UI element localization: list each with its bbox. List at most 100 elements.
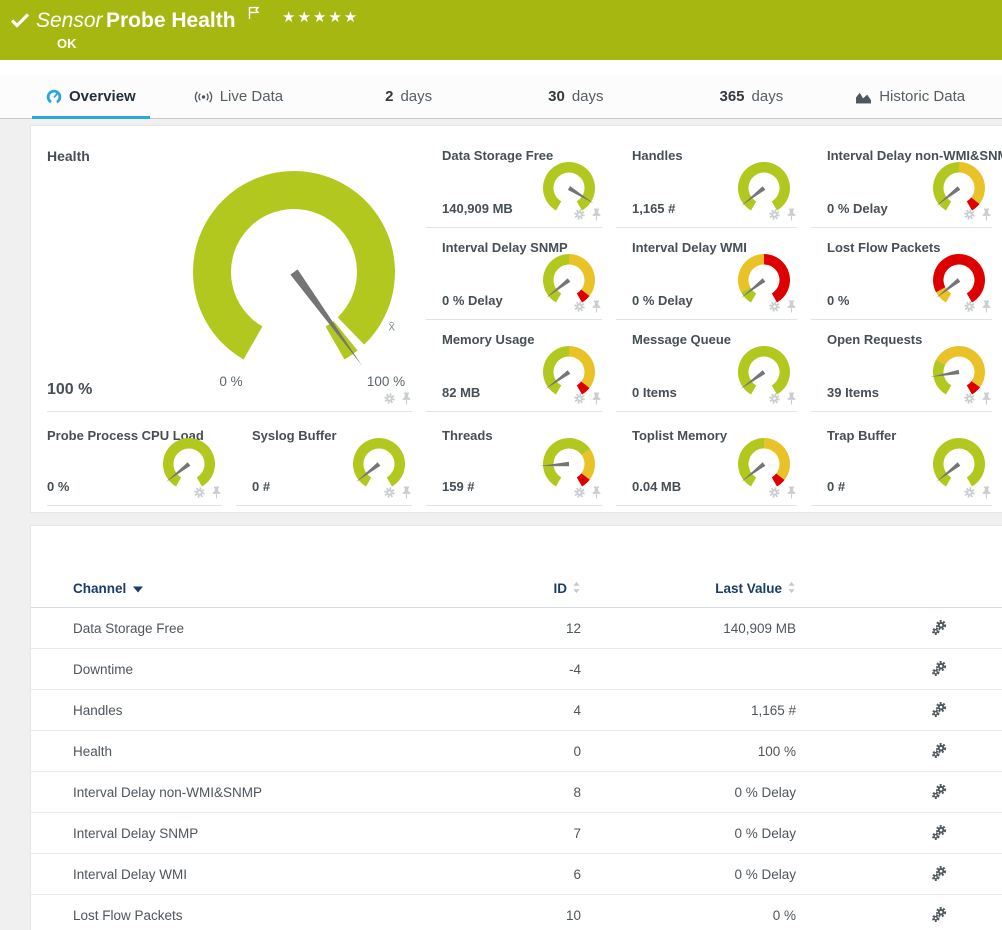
gauge-title: Message Queue: [632, 332, 731, 347]
channel-last-value: 0 %: [581, 908, 796, 923]
channel-name[interactable]: Downtime: [73, 662, 133, 677]
pin-icon[interactable]: [981, 300, 992, 313]
col-header-label: ID: [554, 581, 568, 596]
sort-icon: [787, 581, 796, 597]
channel-settings-gears-icon[interactable]: [930, 865, 948, 883]
pin-icon[interactable]: [591, 208, 602, 221]
gear-icon[interactable]: [573, 300, 586, 313]
sort-icon: [572, 581, 581, 597]
gear-icon[interactable]: [768, 486, 781, 499]
historic-icon: [855, 90, 872, 104]
pin-icon[interactable]: [401, 486, 412, 499]
channel-table-row: Interval Delay non-WMI&SNMP80 % Delay: [31, 772, 1002, 813]
tab-overview[interactable]: Overview: [32, 75, 150, 118]
gauge-title: Threads: [442, 428, 493, 443]
pin-icon[interactable]: [786, 208, 797, 221]
gauge-value: 1,165 #: [632, 201, 675, 216]
gauge-title: Open Requests: [827, 332, 922, 347]
col-header-id[interactable]: ID: [429, 581, 581, 597]
gauge-cell: Interval Delay SNMP0 % Delay: [426, 228, 616, 320]
gear-icon[interactable]: [383, 486, 396, 499]
channel-last-value: 0 % Delay: [581, 826, 796, 841]
channel-settings-gears-icon[interactable]: [930, 783, 948, 801]
channel-name[interactable]: Data Storage Free: [73, 621, 184, 636]
gear-icon[interactable]: [573, 208, 586, 221]
channel-id: 4: [429, 703, 581, 718]
gear-icon[interactable]: [963, 486, 976, 499]
col-header-channel[interactable]: Channel: [31, 581, 429, 596]
sort-caret-icon: [133, 581, 143, 596]
tab-2-days[interactable]: 2 days: [371, 75, 446, 118]
gauge-cell: Interval Delay non-WMI&SNMP0 % Delay: [811, 136, 1002, 228]
pin-icon[interactable]: [786, 300, 797, 313]
pin-icon[interactable]: [786, 486, 797, 499]
gauge-cell: Handles1,165 #: [616, 136, 811, 228]
pin-icon[interactable]: [401, 392, 412, 405]
gear-icon[interactable]: [963, 300, 976, 313]
channel-name[interactable]: Interval Delay WMI: [73, 867, 187, 882]
gauge-title: Trap Buffer: [827, 428, 896, 443]
tab-30-days[interactable]: 30days: [534, 75, 617, 118]
gauge-value: 0 % Delay: [632, 293, 693, 308]
channel-id: 12: [429, 621, 581, 636]
gauge-cell: Toplist Memory0.04 MB: [616, 412, 811, 506]
gauge-value: 100 %: [47, 381, 92, 399]
tab-number: 2: [385, 88, 393, 105]
tab-label: days: [400, 88, 432, 105]
gauge-title: Lost Flow Packets: [827, 240, 940, 255]
gauge-cell: Probe Process CPU Load0 %: [31, 412, 236, 506]
gear-icon[interactable]: [193, 486, 206, 499]
pin-icon[interactable]: [591, 486, 602, 499]
channel-name[interactable]: Interval Delay SNMP: [73, 826, 198, 841]
tab-live-data[interactable]: Live Data: [180, 75, 297, 118]
pin-icon[interactable]: [591, 392, 602, 405]
priority-stars[interactable]: ★★★★★: [282, 8, 359, 26]
gear-icon[interactable]: [963, 208, 976, 221]
gauge-cell: Message Queue 0 Items: [616, 320, 811, 412]
pin-icon[interactable]: [981, 392, 992, 405]
tab-label: days: [572, 88, 604, 105]
pin-icon[interactable]: [981, 208, 992, 221]
channel-name[interactable]: Handles: [73, 703, 123, 718]
channel-id: 7: [429, 826, 581, 841]
gear-icon[interactable]: [963, 392, 976, 405]
tab-historic-data[interactable]: Historic Data: [841, 75, 979, 118]
pin-icon[interactable]: [786, 392, 797, 405]
gear-icon[interactable]: [573, 486, 586, 499]
channel-settings-gears-icon[interactable]: [930, 660, 948, 678]
pin-icon[interactable]: [591, 300, 602, 313]
channel-table-row: Downtime-4: [31, 649, 1002, 690]
gauge-title: Memory Usage: [442, 332, 534, 347]
gear-icon[interactable]: [768, 392, 781, 405]
channel-table-row: Interval Delay SNMP 70 % Delay: [31, 813, 1002, 854]
tab-365-days[interactable]: 365days: [706, 75, 798, 118]
gauge-value: 140,909 MB: [442, 201, 513, 216]
tab-label: Live Data: [220, 88, 283, 105]
flag-icon[interactable]: [248, 6, 260, 25]
channel-settings-gears-icon[interactable]: [930, 619, 948, 637]
gauge-title: Syslog Buffer: [252, 428, 337, 443]
channel-last-value: 0 % Delay: [581, 785, 796, 800]
channel-settings-gears-icon[interactable]: [930, 824, 948, 842]
channel-settings-gears-icon[interactable]: [930, 906, 948, 924]
channel-name[interactable]: Interval Delay non-WMI&SNMP: [73, 785, 262, 800]
gauge-value: 0 Items: [632, 385, 677, 400]
col-header-last-value[interactable]: Last Value: [581, 581, 796, 597]
channel-name[interactable]: Lost Flow Packets: [73, 908, 183, 923]
status-check-icon: [10, 12, 30, 33]
channel-settings-gears-icon[interactable]: [930, 701, 948, 719]
channel-name[interactable]: Health: [73, 744, 112, 759]
gear-icon[interactable]: [768, 208, 781, 221]
gear-icon[interactable]: [573, 392, 586, 405]
pin-icon[interactable]: [211, 486, 222, 499]
gear-icon[interactable]: [383, 392, 396, 405]
gauge-value: 0.04 MB: [632, 479, 681, 494]
gauge-value: 0 #: [252, 479, 270, 494]
gauge-icon: [46, 89, 62, 105]
header-spacer: [0, 60, 1002, 75]
channel-id: 10: [429, 908, 581, 923]
pin-icon[interactable]: [981, 486, 992, 499]
channel-id: 6: [429, 867, 581, 882]
gear-icon[interactable]: [768, 300, 781, 313]
channel-settings-gears-icon[interactable]: [930, 742, 948, 760]
